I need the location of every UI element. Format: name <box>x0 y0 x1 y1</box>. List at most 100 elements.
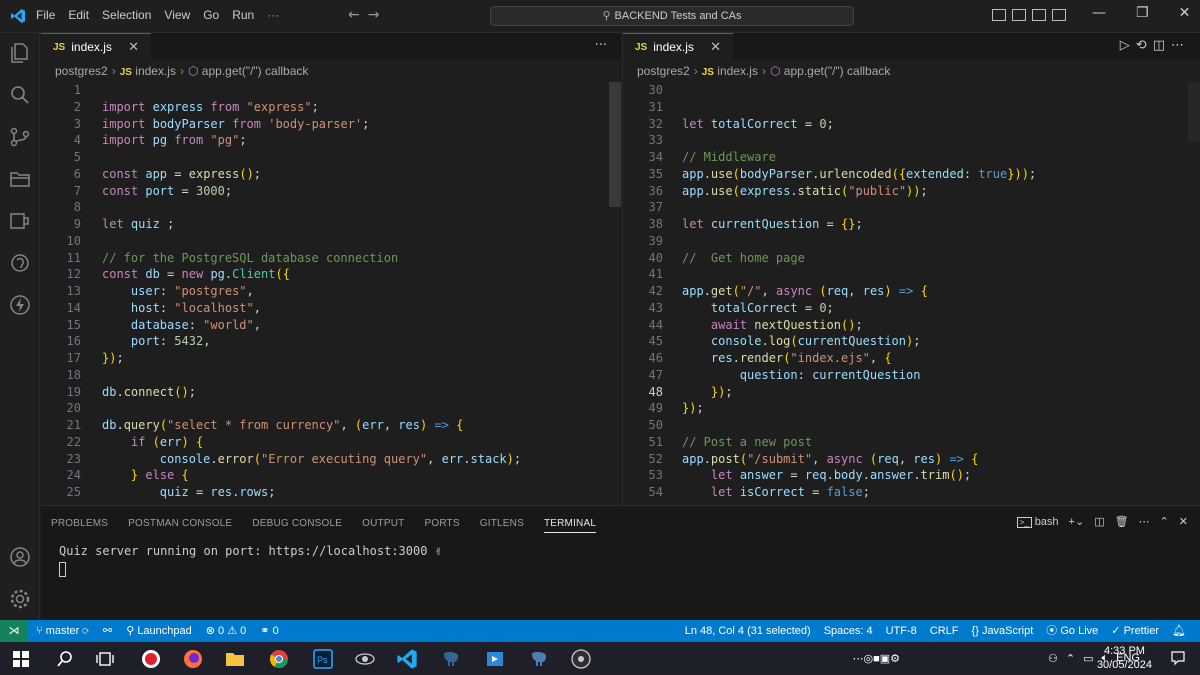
code-line[interactable]: 54 let isCorrect = false; <box>623 484 1200 501</box>
code-line[interactable]: 10 <box>41 233 621 250</box>
firefox-icon[interactable] <box>182 648 204 670</box>
code-line[interactable]: 1 <box>41 82 621 99</box>
search-taskbar-icon[interactable] <box>54 648 76 670</box>
code-line[interactable]: 14 host: "localhost", <box>41 300 621 317</box>
pgadmin-elephant-icon[interactable] <box>440 648 462 670</box>
close-icon[interactable]: ✕ <box>710 39 721 55</box>
code-line[interactable]: 5 <box>41 149 621 166</box>
code-line[interactable]: 22 if (err) { <box>41 434 621 451</box>
code-line[interactable]: 36 app.use(express.static("public")); <box>623 183 1200 200</box>
code-line[interactable]: 18 <box>41 367 621 384</box>
restore-button[interactable]: ❐ <box>1136 5 1149 21</box>
terminal-output[interactable]: Quiz server running on port: https://loc… <box>59 544 442 580</box>
file-explorer-icon[interactable] <box>224 648 246 670</box>
tab-gitlens[interactable]: GITLENS <box>470 506 534 541</box>
live-share-icon[interactable]: ⚯ <box>103 620 112 642</box>
code-line[interactable]: 19 db.connect(); <box>41 384 621 401</box>
task-view-icon[interactable] <box>94 648 116 670</box>
postman-satellite-icon[interactable] <box>354 648 376 670</box>
vscode-logo-icon[interactable] <box>10 8 26 24</box>
prettier-status[interactable]: ✓ Prettier <box>1111 620 1159 642</box>
network-icon[interactable]: ▭ <box>1083 652 1093 665</box>
tray-apps-icons[interactable]: ⋯◎■▣⚙ <box>853 652 901 665</box>
indentation-status[interactable]: Spaces: 4 <box>824 620 873 642</box>
code-line[interactable]: 48 }); <box>623 384 1200 401</box>
code-line[interactable]: 23 console.error("Error executing query"… <box>41 451 621 468</box>
left-vertical-scrollbar[interactable] <box>609 82 621 505</box>
back-arrow-icon[interactable]: ← <box>348 7 368 23</box>
code-line[interactable]: 31 <box>623 99 1200 116</box>
menu-run[interactable]: Run <box>232 8 254 22</box>
code-line[interactable]: 17}); <box>41 350 621 367</box>
forward-arrow-icon[interactable]: → <box>368 7 388 23</box>
notifications-bell-icon[interactable]: 🔔︎ <box>1172 620 1186 642</box>
code-line[interactable]: 2 import express from "express"; <box>41 99 621 116</box>
split-terminal-icon[interactable]: ◫ <box>1094 515 1104 528</box>
branch-status[interactable]: ⑂ master ⟳ <box>36 620 89 642</box>
toggle-panel-icon[interactable] <box>1012 9 1026 21</box>
tab-problems[interactable]: PROBLEMS <box>41 506 118 541</box>
editor-more-actions-button[interactable]: ··· <box>595 38 607 53</box>
right-vertical-scrollbar[interactable] <box>1188 82 1200 505</box>
breadcrumb-file[interactable]: index.js <box>135 64 176 78</box>
terminal-shell-selector[interactable]: >_ bash <box>1016 516 1059 528</box>
clock[interactable]: 4:33 PM 30/05/2024 <box>1097 644 1152 672</box>
problems-status[interactable]: ⊗ 0 ⚠ 0 <box>206 620 247 642</box>
breadcrumb-symbol[interactable]: app.get("/") callback <box>784 64 891 78</box>
code-line[interactable]: 32 let totalCorrect = 0; <box>623 116 1200 133</box>
breadcrumb-file[interactable]: index.js <box>717 64 758 78</box>
close-panel-icon[interactable]: ✕ <box>1179 515 1188 528</box>
tray-chevron-up-icon[interactable]: ⌃ <box>1066 652 1075 665</box>
code-line[interactable]: 47 question: currentQuestion <box>623 367 1200 384</box>
close-window-button[interactable]: ✕ <box>1179 5 1191 21</box>
code-line[interactable]: 44 await nextQuestion(); <box>623 317 1200 334</box>
obs-icon[interactable] <box>570 648 592 670</box>
breadcrumb-folder[interactable]: postgres2 <box>637 64 690 78</box>
tab-index-js-left[interactable]: JS index.js ✕ <box>41 33 151 60</box>
code-line[interactable]: 4 import pg from "pg"; <box>41 132 621 149</box>
more-actions-icon[interactable]: ⋯ <box>1139 515 1150 528</box>
postgres-sql-shell-icon[interactable] <box>528 648 550 670</box>
code-line[interactable]: 46 res.render("index.ejs", { <box>623 350 1200 367</box>
media-app-icon[interactable] <box>484 648 506 670</box>
code-line[interactable]: 30 <box>623 82 1200 99</box>
account-icon[interactable] <box>8 545 32 569</box>
breadcrumb-symbol[interactable]: app.get("/") callback <box>202 64 309 78</box>
more-actions-icon[interactable]: ⋯ <box>1171 38 1190 53</box>
toggle-primary-sidebar-icon[interactable] <box>992 9 1006 21</box>
code-line[interactable]: 9 let quiz ; <box>41 216 621 233</box>
photoshop-icon[interactable]: Ps <box>312 648 334 670</box>
code-line[interactable]: 38 let currentQuestion = {}; <box>623 216 1200 233</box>
left-code-area[interactable]: 1 2 import express from "express"; 3 import … <box>41 82 621 501</box>
lightning-icon[interactable] <box>8 293 32 317</box>
encoding-status[interactable]: UTF-8 <box>886 620 917 642</box>
chrome-icon[interactable] <box>268 648 290 670</box>
split-editor-icon[interactable]: ◫ <box>1153 38 1171 53</box>
tab-ports[interactable]: PORTS <box>414 506 469 541</box>
close-icon[interactable]: ✕ <box>128 39 139 55</box>
ports-status[interactable]: ⚭ 0 <box>260 620 278 642</box>
code-line[interactable]: 33 <box>623 132 1200 149</box>
cursor-position[interactable]: Ln 48, Col 4 (31 selected) <box>685 620 811 642</box>
action-center-icon[interactable] <box>1170 650 1186 666</box>
tab-terminal[interactable]: TERMINAL <box>534 506 606 541</box>
code-line[interactable]: 51 // Post a new post <box>623 434 1200 451</box>
code-line[interactable]: 45 console.log(currentQuestion); <box>623 333 1200 350</box>
launchpad-status[interactable]: ⚲ Launchpad <box>126 620 192 642</box>
trash-icon[interactable]: 🗑 <box>1115 515 1129 528</box>
tab-postman-console[interactable]: POSTMAN CONSOLE <box>118 506 242 541</box>
run-icon[interactable]: ▷ <box>1120 38 1136 53</box>
code-line[interactable]: 20 <box>41 400 621 417</box>
code-line[interactable]: 41 <box>623 266 1200 283</box>
record-app-icon[interactable] <box>140 648 162 670</box>
code-line[interactable]: 24 } else { <box>41 467 621 484</box>
gear-icon[interactable] <box>8 587 32 611</box>
code-line[interactable]: 6 const app = express(); <box>41 166 621 183</box>
code-line[interactable]: 25 quiz = res.rows; <box>41 484 621 501</box>
code-line[interactable]: 35 app.use(bodyParser.urlencoded({extende… <box>623 166 1200 183</box>
search-sidebar-icon[interactable] <box>8 83 32 107</box>
code-line[interactable]: 13 user: "postgres", <box>41 283 621 300</box>
code-line[interactable]: 15 database: "world", <box>41 317 621 334</box>
code-line[interactable]: 8 <box>41 199 621 216</box>
timeline-icon[interactable]: ⟲ <box>1136 38 1153 53</box>
